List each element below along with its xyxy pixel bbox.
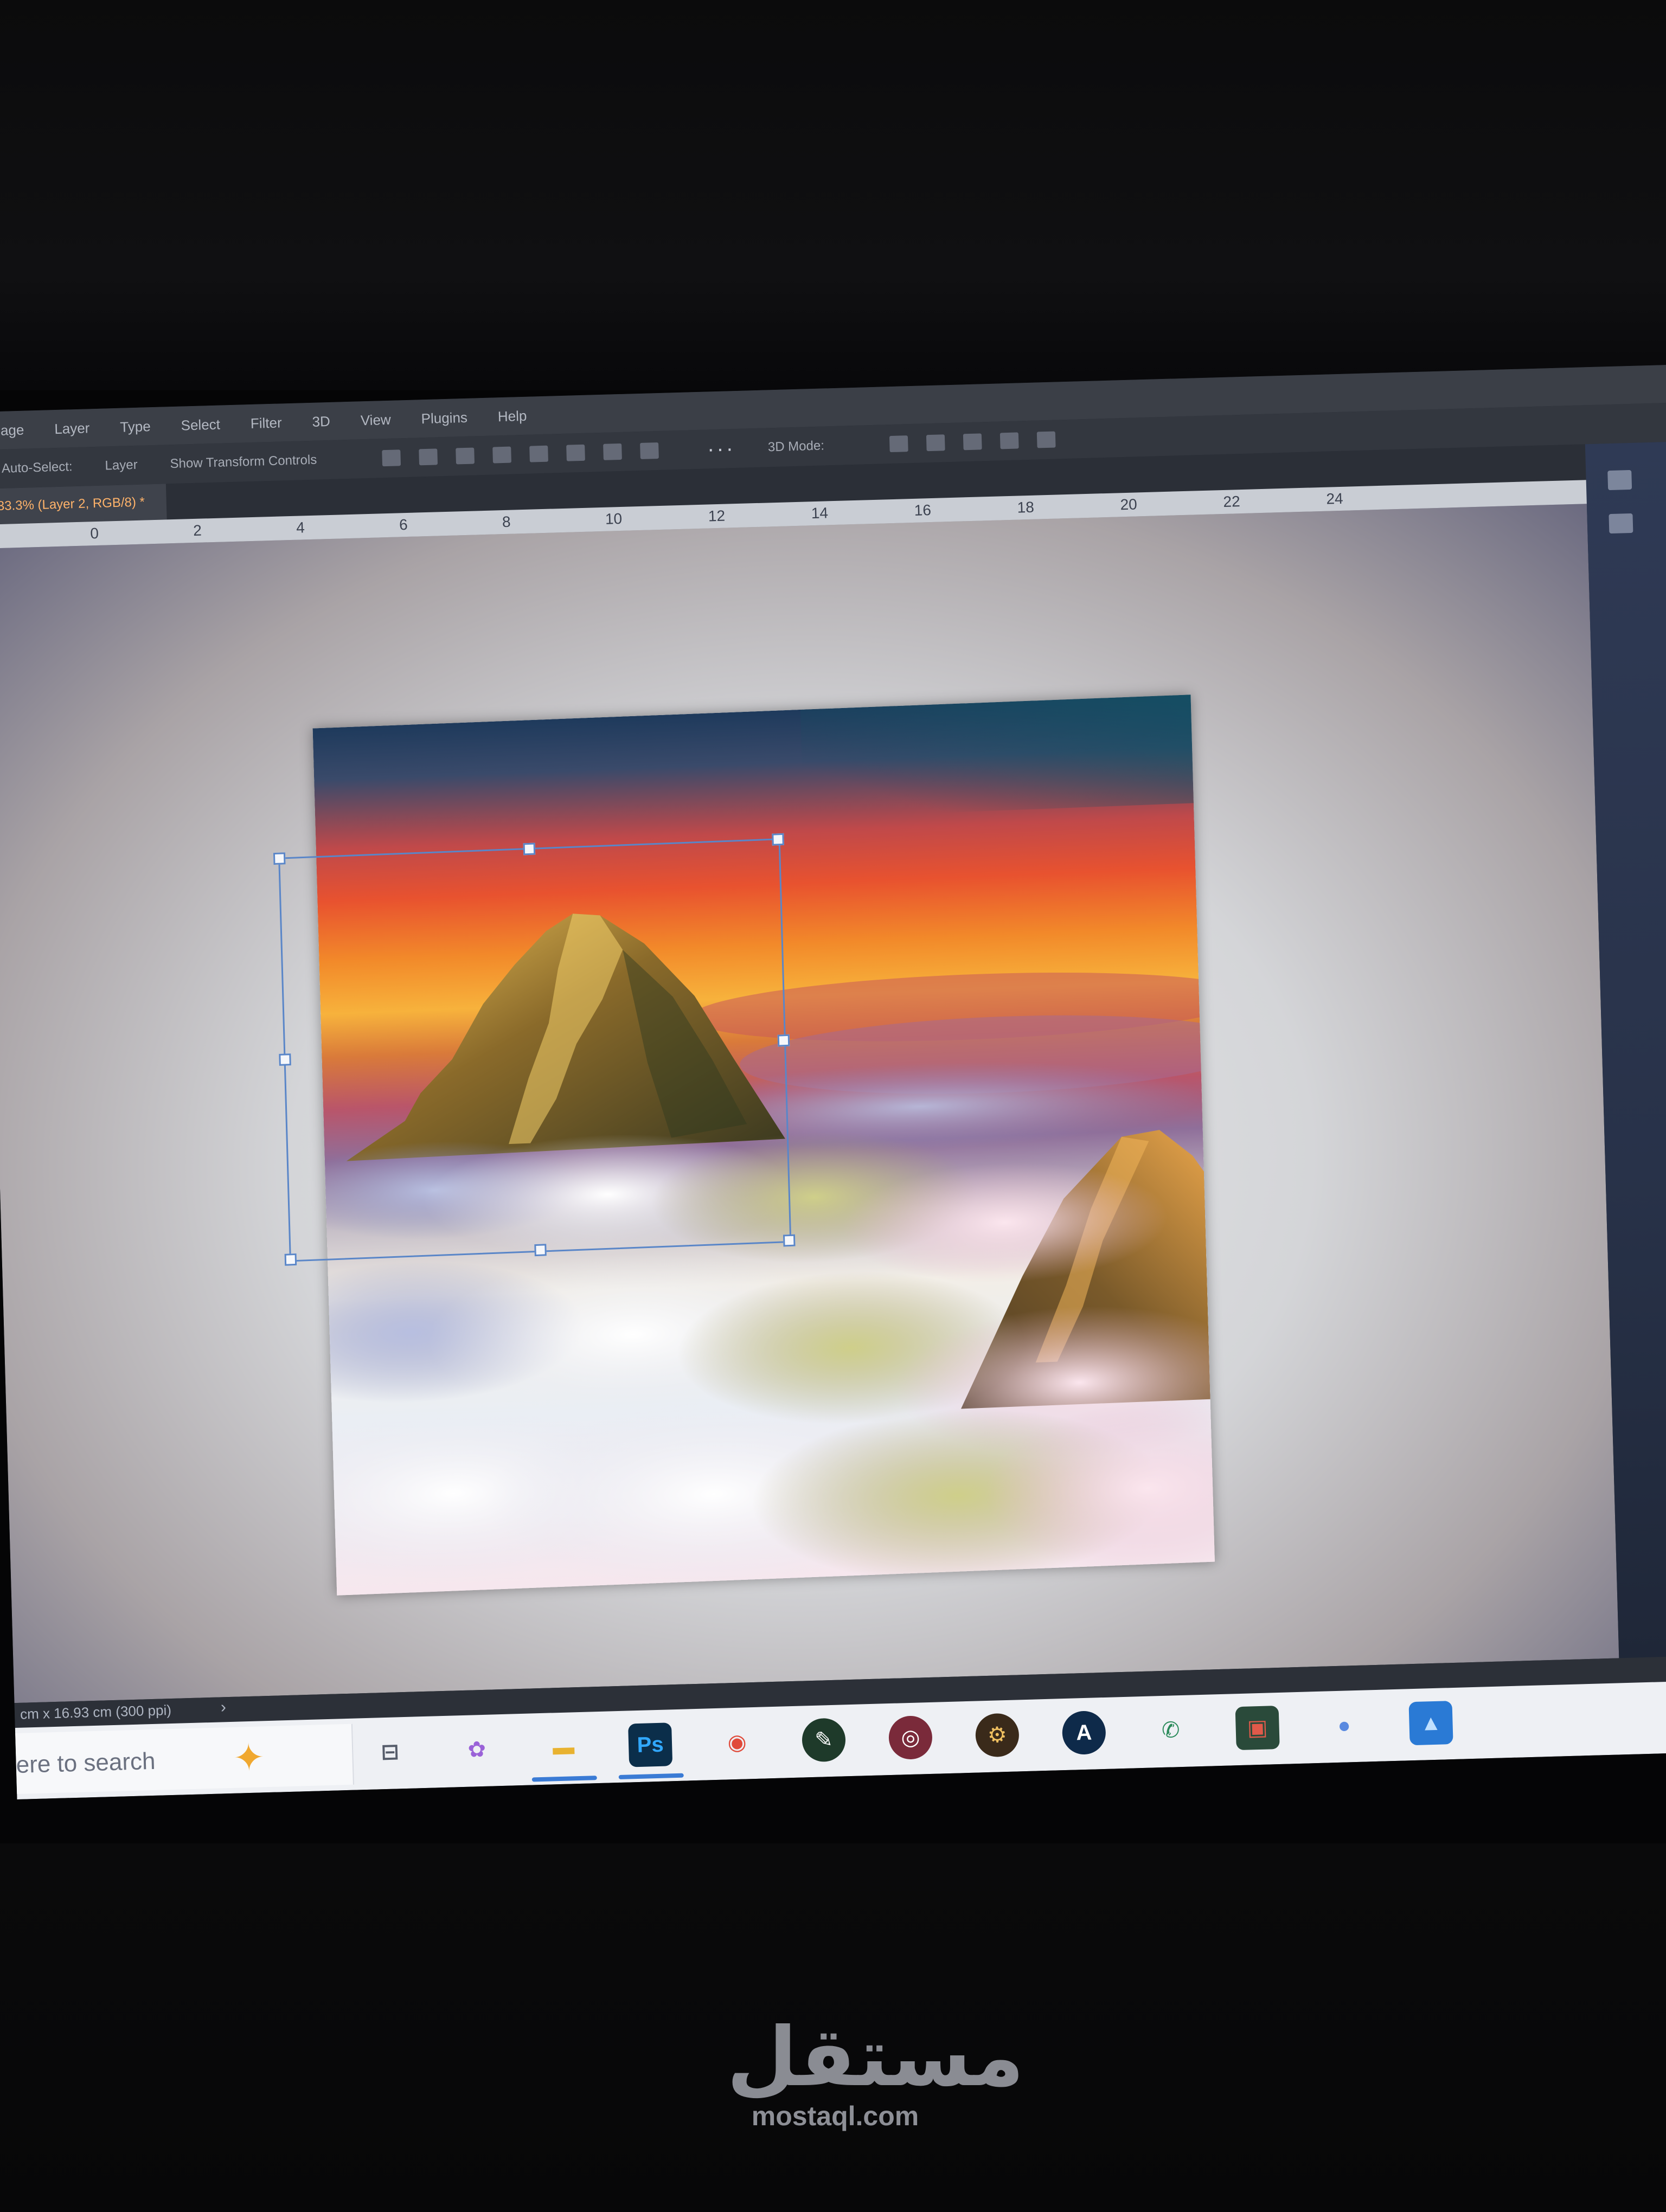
mostaql-watermark: مستقل mostaql.com: [727, 2010, 1024, 2132]
transform-handle-top-right[interactable]: [772, 833, 784, 846]
menu-select[interactable]: Select: [181, 416, 220, 434]
distribute-left-icon[interactable]: [529, 445, 548, 462]
copilot-icon[interactable]: ✿: [454, 1727, 499, 1772]
ruler-label: 24: [1326, 490, 1344, 507]
settings-app-icon[interactable]: ⚙: [975, 1713, 1020, 1758]
photos-icon[interactable]: ▲: [1408, 1701, 1453, 1746]
auto-select-checkbox[interactable]: Auto-Select:: [2, 459, 73, 477]
sparkle-icon[interactable]: ✦: [232, 1735, 265, 1780]
camera-app-icon[interactable]: ◎: [888, 1715, 933, 1760]
menu-3d[interactable]: 3D: [312, 413, 330, 430]
monitor-screen: age Layer Type Select Filter 3D View Plu…: [0, 364, 1666, 1800]
transform-handle-right[interactable]: [777, 1034, 790, 1047]
watermark-latin: mostaql.com: [751, 2101, 919, 2131]
watermark-arabic: مستقل: [727, 2010, 1024, 2105]
room-background-top: [0, 0, 1666, 390]
whatsapp-icon[interactable]: ✆: [1149, 1708, 1193, 1752]
slide-icon[interactable]: [999, 432, 1019, 449]
active-app-indicator: [531, 1776, 597, 1782]
ruler-label: 20: [1120, 496, 1138, 513]
ruler-label: 18: [1017, 498, 1035, 516]
panel-toggle-icon[interactable]: [1607, 470, 1632, 491]
a-app-icon[interactable]: A: [1061, 1710, 1106, 1756]
ruler-label: 8: [502, 513, 511, 531]
canvas-workspace[interactable]: [0, 504, 1619, 1703]
video-camera-icon[interactable]: [1036, 431, 1056, 448]
ruler-label: 6: [399, 516, 408, 533]
ruler-label: 4: [296, 519, 305, 536]
align-bottom-icon[interactable]: [492, 446, 511, 464]
copilot-circle-icon[interactable]: ●: [1322, 1703, 1367, 1748]
align-center-icon[interactable]: [418, 448, 438, 466]
distribute-spacing-icon[interactable]: [639, 442, 659, 459]
menu-layer[interactable]: Layer: [54, 420, 90, 438]
transform-handle-top[interactable]: [523, 843, 536, 856]
distribute-center-icon[interactable]: [566, 444, 585, 461]
document-tab[interactable]: 33.3% (Layer 2, RGB/8) *: [0, 484, 167, 525]
task-view-icon[interactable]: ⊟: [368, 1730, 412, 1774]
ruler-label: 22: [1223, 493, 1241, 510]
taskbar-search[interactable]: ere to search ✦: [15, 1724, 354, 1795]
more-options-button[interactable]: ···: [707, 436, 735, 461]
transform-handle-bottom-left[interactable]: [284, 1253, 297, 1266]
pen-app-icon[interactable]: ✎: [801, 1718, 847, 1763]
orbit-icon[interactable]: [889, 435, 908, 453]
transform-handle-bottom[interactable]: [534, 1244, 547, 1257]
align-right-icon[interactable]: [455, 447, 475, 465]
search-placeholder: ere to search: [16, 1747, 156, 1779]
ruler-label: 0: [89, 524, 99, 542]
document-size: cm x 16.93 cm (300 ppi): [20, 1702, 172, 1722]
align-left-icon[interactable]: [381, 449, 401, 467]
panel-history-icon[interactable]: [1609, 513, 1633, 534]
menu-view[interactable]: View: [360, 411, 391, 429]
layer-mode-select[interactable]: Layer: [105, 458, 138, 474]
ruler-label: 14: [811, 504, 829, 522]
pan-icon[interactable]: [963, 433, 982, 451]
ruler-label: 2: [193, 522, 202, 539]
transform-handle-left[interactable]: [279, 1053, 291, 1066]
roll-icon[interactable]: [926, 434, 945, 452]
menu-filter[interactable]: Filter: [250, 414, 282, 432]
3d-mode-buttons: [889, 431, 1056, 453]
photoshop-icon[interactable]: Ps: [628, 1722, 673, 1767]
menu-type[interactable]: Type: [120, 418, 151, 436]
ruler-label: 12: [708, 507, 726, 525]
file-explorer-icon[interactable]: ▬: [541, 1725, 586, 1770]
3d-mode-label: 3D Mode:: [767, 438, 825, 455]
transform-handle-top-left[interactable]: [273, 852, 286, 865]
image-app-icon[interactable]: ▣: [1235, 1705, 1280, 1751]
menu-help[interactable]: Help: [497, 407, 527, 425]
menu-image[interactable]: age: [1, 421, 24, 439]
align-buttons: [381, 442, 659, 467]
transform-handle-bottom-right[interactable]: [783, 1234, 796, 1247]
status-menu-button[interactable]: ›: [220, 1698, 226, 1716]
ruler-label: 10: [605, 510, 623, 528]
free-transform-bounding-box[interactable]: [273, 833, 796, 1266]
show-transform-controls-checkbox[interactable]: Show Transform Controls: [170, 453, 317, 472]
active-app-indicator: [618, 1773, 684, 1780]
distribute-right-icon[interactable]: [603, 443, 622, 460]
chrome-icon[interactable]: ◉: [715, 1720, 759, 1765]
ruler-label: 16: [914, 501, 932, 519]
menu-plugins[interactable]: Plugins: [421, 409, 467, 427]
